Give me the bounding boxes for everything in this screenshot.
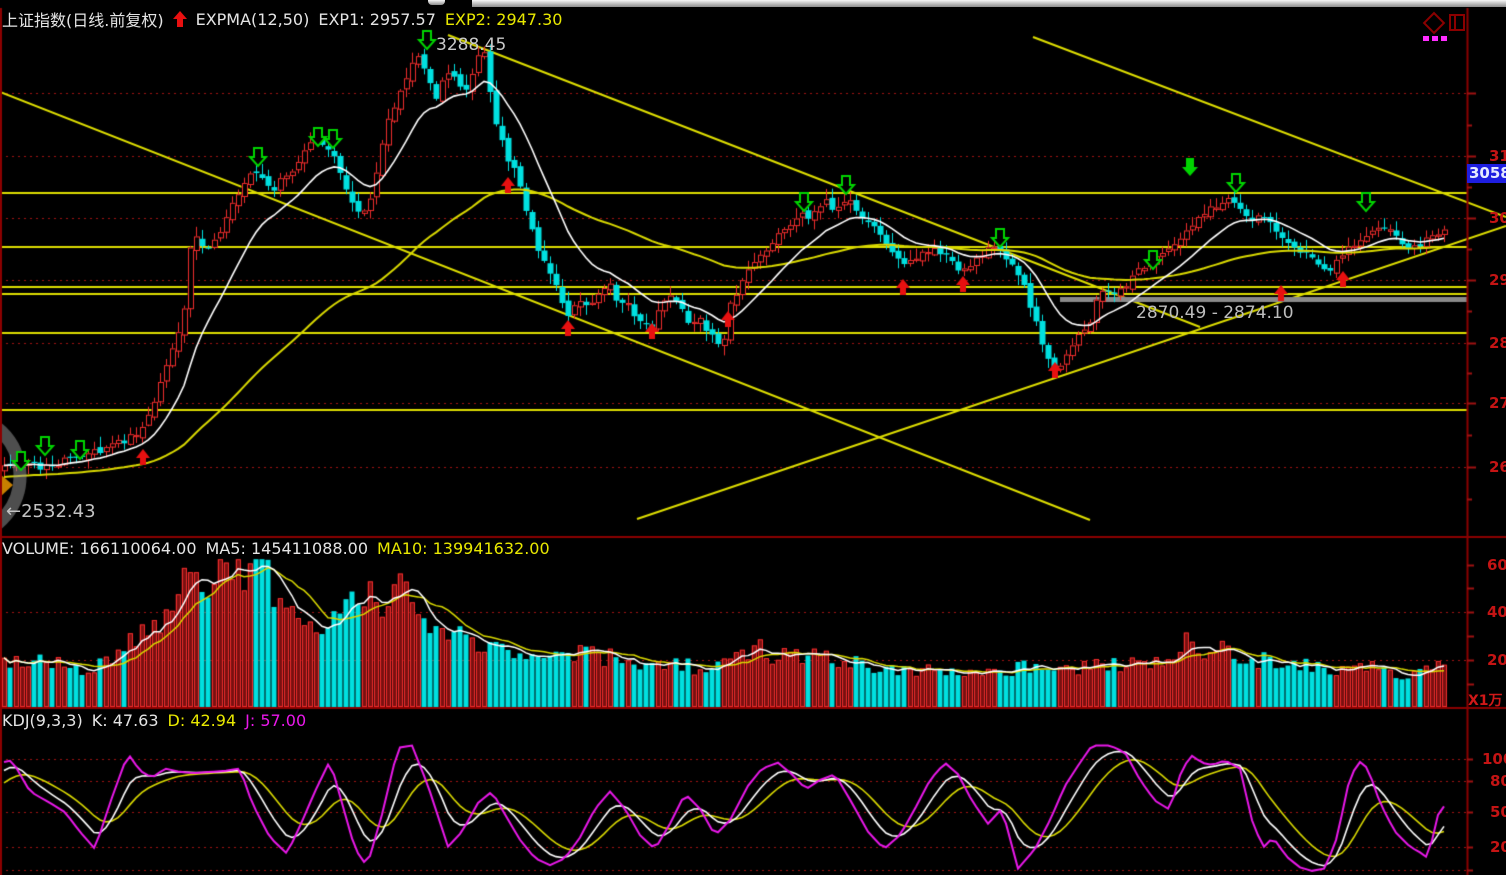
more-options-icon[interactable] (1423, 36, 1447, 41)
low-price-label: ←2532.43 (6, 501, 96, 522)
main-axis-label: 2600 (1489, 458, 1506, 476)
volume-axis-label: 200 (1487, 651, 1506, 669)
main-axis-label: 2900 (1489, 271, 1506, 289)
kdj-axis-label: 20 (1490, 838, 1506, 856)
volume-ma10-value: MA10: 139941632.00 (377, 539, 550, 558)
volume-axis-label: 600 (1487, 556, 1506, 574)
volume-pane-header: VOLUME: 166110064.00 MA5: 145411088.00 M… (2, 539, 550, 558)
up-arrow-icon (173, 11, 187, 27)
last-price-badge: 3058 (1467, 164, 1506, 183)
peak-price-label: 3288.45 (436, 35, 506, 55)
kdj-axis-label: 50 (1490, 803, 1506, 821)
window-edge-bar (472, 0, 1506, 7)
kdj-axis-label: 80 (1490, 772, 1506, 790)
split-window-icon[interactable] (1449, 14, 1465, 31)
exp2-value: EXP2: 2947.30 (445, 10, 563, 29)
kdj-pane-header: KDJ(9,3,3) K: 47.63 D: 42.94 J: 57.00 (2, 711, 306, 730)
main-axis-label: 2800 (1489, 334, 1506, 352)
symbol-title: 上证指数(日线.前复权) (2, 7, 164, 31)
volume-unit-label: X1万 (1468, 690, 1503, 710)
main-axis-label: 3000 (1489, 209, 1506, 227)
kdj-k-value: K: 47.63 (92, 711, 159, 730)
main-axis-label: 2700 (1489, 394, 1506, 412)
indicator-name: EXPMA(12,50) (196, 10, 310, 29)
window-edge-fragment (428, 0, 445, 5)
kdj-axis-label: 100 (1482, 750, 1506, 768)
kdj-j-value: J: 57.00 (245, 711, 306, 730)
exp1-value: EXP1: 2957.57 (318, 10, 436, 29)
main-pane-header: 上证指数(日线.前复权) EXPMA(12,50) EXP1: 2957.57 … (2, 7, 562, 31)
chart-canvas[interactable] (0, 0, 1506, 875)
main-axis-label: 3100 (1489, 147, 1506, 165)
volume-ma5-value: MA5: 145411088.00 (206, 539, 368, 558)
kdj-d-value: D: 42.94 (168, 711, 237, 730)
volume-value: VOLUME: 166110064.00 (2, 539, 197, 558)
volume-axis-label: 400 (1487, 603, 1506, 621)
price-range-label: 2870.49 - 2874.10 (1136, 303, 1294, 323)
kdj-indicator-name: KDJ(9,3,3) (2, 711, 83, 730)
stock-chart-app: 上证指数(日线.前复权) EXPMA(12,50) EXP1: 2957.57 … (0, 0, 1506, 875)
